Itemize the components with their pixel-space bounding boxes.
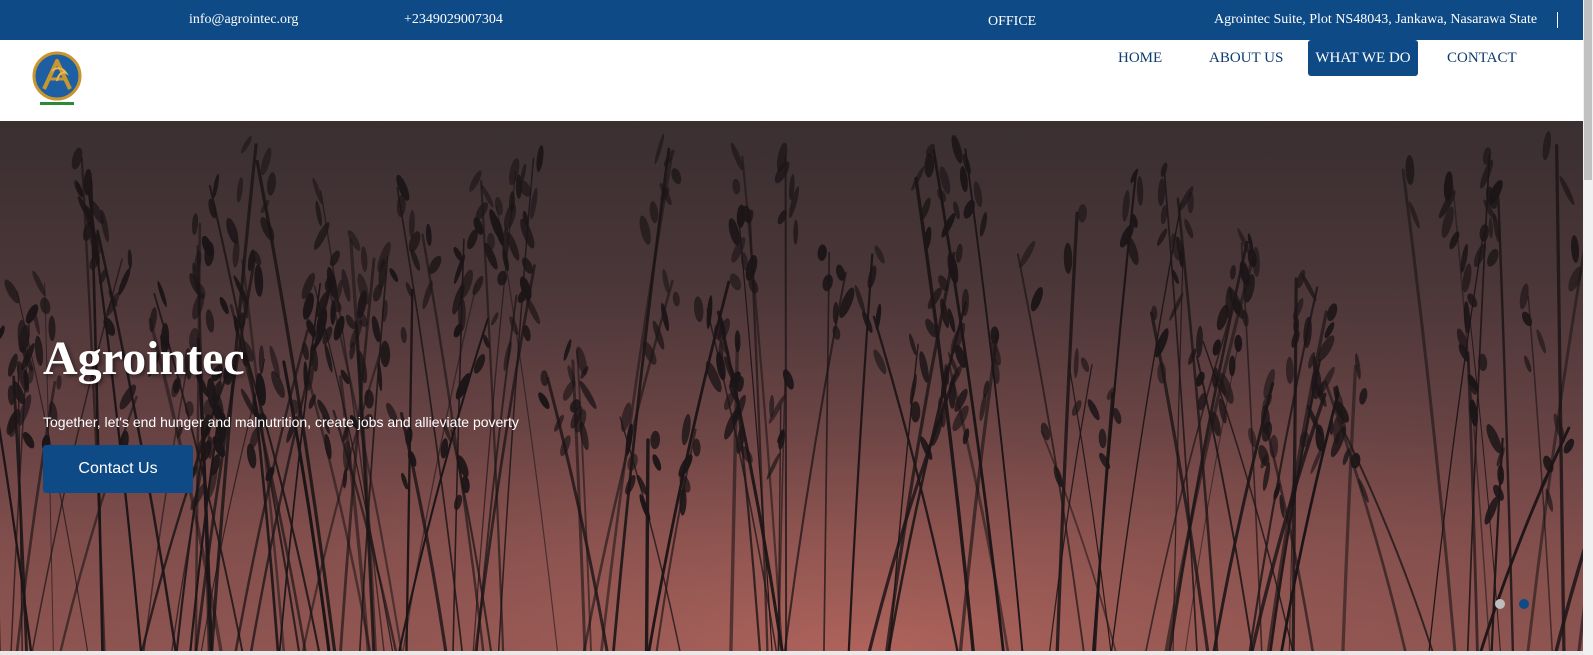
- topbar-email-link[interactable]: info@agrointec.org: [189, 12, 298, 28]
- hero-subtitle: Together, let's end hunger and malnutrit…: [43, 414, 519, 430]
- slider-dot-2-active[interactable]: [1519, 599, 1529, 609]
- hero-title: Agrointec: [43, 332, 245, 385]
- page: info@agrointec.org +2349029007304 OFFICE…: [0, 0, 1593, 655]
- top-info-bar: info@agrointec.org +2349029007304 OFFICE…: [0, 0, 1583, 40]
- page-scrollbar[interactable]: [1583, 0, 1593, 655]
- nav-what-we-do[interactable]: WHAT WE DO: [1308, 40, 1418, 76]
- site-header: HOME ABOUT US WHAT WE DO CONTACT: [0, 40, 1583, 121]
- hero-background-image: [0, 121, 1583, 651]
- scrollbar-thumb[interactable]: [1584, 0, 1592, 180]
- hero-slider: Agrointec Together, let's end hunger and…: [0, 121, 1583, 651]
- nav-home[interactable]: HOME: [1118, 40, 1162, 76]
- nav-about-us[interactable]: ABOUT US: [1209, 40, 1283, 76]
- agrointec-logo-icon[interactable]: [30, 51, 84, 109]
- contact-us-button[interactable]: Contact Us: [43, 445, 193, 493]
- topbar-divider: [1557, 12, 1558, 28]
- topbar-office-label: OFFICE: [988, 14, 1037, 29]
- slider-dot-1[interactable]: [1495, 599, 1505, 609]
- nav-contact[interactable]: CONTACT: [1447, 40, 1517, 76]
- topbar-phone-link[interactable]: +2349029007304: [404, 12, 503, 28]
- topbar-address: Agrointec Suite, Plot NS48043, Jankawa, …: [1214, 12, 1538, 27]
- page-bottom-edge: [0, 651, 1583, 655]
